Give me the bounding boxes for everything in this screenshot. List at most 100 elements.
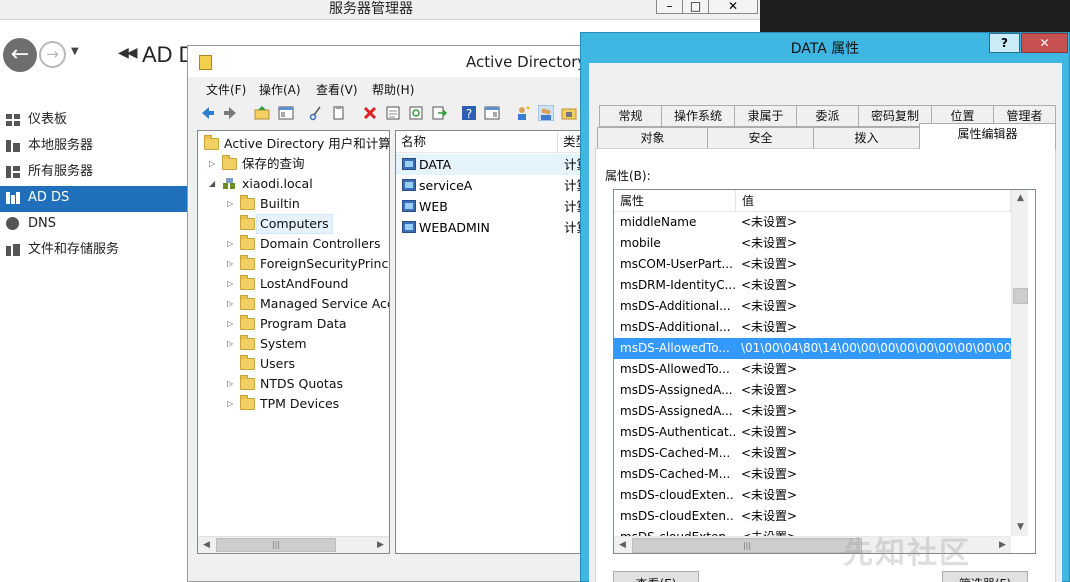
tab-operating-system[interactable]: 操作系统 (661, 105, 735, 127)
expand-arrow-icon[interactable]: ▷ (227, 394, 237, 414)
column-header-attribute[interactable]: 属性 (614, 190, 736, 212)
collapse-arrow-icon[interactable]: ◢ (209, 174, 219, 194)
expand-arrow-icon[interactable]: ▷ (227, 234, 237, 254)
tree-label: Active Directory 用户和计算机 (224, 136, 390, 151)
add-ou-icon[interactable] (561, 105, 577, 121)
close-button[interactable]: ✕ (1021, 33, 1068, 53)
scroll-thumb[interactable]: ||| (632, 538, 862, 553)
maximize-button[interactable]: □ (682, 0, 709, 14)
attribute-row[interactable]: msDS-Additional... <未设置> (614, 317, 1011, 338)
expand-arrow-icon[interactable]: ▷ (227, 294, 237, 314)
menu-view[interactable]: 查看(V) (316, 81, 358, 98)
attribute-row[interactable]: msDS-Cached-M... <未设置> (614, 443, 1011, 464)
tab-security[interactable]: 安全 (707, 127, 814, 149)
cut-icon[interactable] (308, 105, 324, 121)
forward-icon[interactable] (222, 105, 238, 121)
tab-member-of[interactable]: 隶属于 (734, 105, 797, 127)
menu-action[interactable]: 操作(A) (259, 81, 301, 98)
nav-item-dashboard[interactable]: 仪表板 (0, 108, 187, 134)
back-button[interactable]: ← (3, 38, 37, 72)
scroll-right-icon[interactable]: ▶ (994, 537, 1011, 553)
attribute-value: <未设置> (741, 425, 798, 439)
attribute-row[interactable]: msDS-AssignedA... <未设置> (614, 380, 1011, 401)
attribute-name: msDS-cloudExten... (620, 488, 735, 502)
attribute-row[interactable]: msDS-AssignedA... <未设置> (614, 401, 1011, 422)
attribute-row[interactable]: msCOM-UserPart... <未设置> (614, 254, 1011, 275)
help-icon[interactable]: ? (461, 105, 477, 121)
tab-general[interactable]: 常规 (599, 105, 662, 127)
list-item[interactable]: WEB 计算机 (396, 196, 607, 217)
breadcrumb-separator-icon: ◀◀ (118, 45, 137, 61)
scroll-thumb[interactable]: ||| (216, 538, 336, 552)
vertical-scrollbar[interactable]: ▲ ▼ (1011, 190, 1028, 536)
attribute-row[interactable]: msDS-cloudExten... <未设置> (614, 485, 1011, 506)
back-icon[interactable] (200, 105, 216, 121)
nav-item-dns[interactable]: DNS (0, 212, 187, 238)
chevron-down-icon[interactable]: ▼ (71, 46, 79, 57)
properties-icon[interactable] (385, 105, 401, 121)
scroll-left-icon[interactable]: ◀ (198, 537, 215, 553)
console-tree: Active Directory 用户和计算机 ▷ 保存的查询 ◢ xiaodi… (197, 130, 390, 554)
expand-arrow-icon[interactable]: ▷ (227, 194, 237, 214)
expand-arrow-icon[interactable]: ▷ (209, 154, 219, 174)
tree-horizontal-scrollbar[interactable]: ◀ ||| ▶ (198, 536, 389, 553)
tab-dial-in[interactable]: 拨入 (813, 127, 920, 149)
expand-arrow-icon[interactable]: ▷ (227, 274, 237, 294)
refresh-icon[interactable] (408, 105, 424, 121)
attributes-label: 属性(B): (605, 169, 651, 183)
list-item[interactable]: DATA 计算机 (396, 154, 607, 175)
folder-icon (240, 375, 255, 390)
expand-arrow-icon[interactable]: ▷ (227, 314, 237, 334)
scroll-right-icon[interactable]: ▶ (372, 537, 389, 553)
forward-button[interactable]: → (39, 41, 66, 68)
nav-item-local-server[interactable]: 本地服务器 (0, 134, 187, 160)
attribute-row[interactable]: msDRM-IdentityC... <未设置> (614, 275, 1011, 296)
attribute-row[interactable]: msDS-cloudExten... <未设置> (614, 506, 1011, 527)
expand-arrow-icon[interactable]: ▷ (227, 334, 237, 354)
attribute-name: msDS-cloudExten... (620, 527, 735, 536)
help-button[interactable]: ? (989, 33, 1020, 53)
scroll-thumb[interactable] (1013, 288, 1028, 304)
attribute-row-selected[interactable]: msDS-AllowedTo... \01\00\04\80\14\00\00\0… (614, 338, 1011, 359)
tree-label: NTDS Quotas (260, 376, 344, 391)
view-icon[interactable] (484, 105, 500, 121)
minimize-button[interactable]: – (656, 0, 683, 14)
attribute-row[interactable]: msDS-AllowedTo... <未设置> (614, 359, 1011, 380)
nav-item-storage[interactable]: 文件和存储服务 (0, 238, 187, 264)
console-tree-icon[interactable] (278, 105, 294, 121)
expand-arrow-icon[interactable]: ▷ (227, 374, 237, 394)
list-item[interactable]: WEBADMIN 计算机 (396, 217, 607, 238)
tab-attribute-editor[interactable]: 属性编辑器 (919, 123, 1056, 149)
attribute-row[interactable]: msDS-Authenticat... <未设置> (614, 422, 1011, 443)
attribute-row[interactable]: msDS-Additional... <未设置> (614, 296, 1011, 317)
attribute-value: <未设置> (741, 362, 798, 376)
copy-icon[interactable] (331, 105, 347, 121)
expand-arrow-icon[interactable]: ▷ (227, 254, 237, 274)
tab-object[interactable]: 对象 (597, 127, 708, 149)
scroll-down-icon[interactable]: ▼ (1012, 519, 1029, 536)
results-list: 名称 类型 DATA 计算机 serviceA 计算机 WEB 计算机 WEBA… (395, 130, 608, 554)
scroll-left-icon[interactable]: ◀ (614, 537, 631, 553)
nav-item-all-servers[interactable]: 所有服务器 (0, 160, 187, 186)
attribute-name: msDS-Cached-M... (620, 446, 731, 460)
attribute-row[interactable]: middleName <未设置> (614, 212, 1011, 233)
export-icon[interactable] (431, 105, 447, 121)
column-header-name[interactable]: 名称 (396, 131, 558, 153)
aduc-window: Active Directory 文件(F) 操作(A) 查看(V) 帮助(H)… (187, 45, 608, 582)
menu-help[interactable]: 帮助(H) (372, 81, 414, 98)
up-folder-icon[interactable] (254, 105, 270, 121)
attribute-row[interactable]: msDS-Cached-M... <未设置> (614, 464, 1011, 485)
tab-delegation[interactable]: 委派 (796, 105, 859, 127)
view-button[interactable]: 查看(E) (613, 571, 699, 582)
scroll-up-icon[interactable]: ▲ (1012, 190, 1029, 207)
list-item[interactable]: serviceA 计算机 (396, 175, 607, 196)
filter-button[interactable]: 筛选器(F) (942, 571, 1028, 582)
nav-item-ad-ds[interactable]: AD DS (0, 186, 187, 212)
add-group-icon[interactable] (538, 105, 554, 121)
delete-icon[interactable] (362, 105, 378, 121)
close-button[interactable]: ✕ (708, 0, 758, 14)
attribute-row[interactable]: mobile <未设置> (614, 233, 1011, 254)
add-user-icon[interactable] (515, 105, 531, 121)
menu-file[interactable]: 文件(F) (206, 81, 246, 98)
column-header-value[interactable]: 值 (736, 190, 1011, 212)
